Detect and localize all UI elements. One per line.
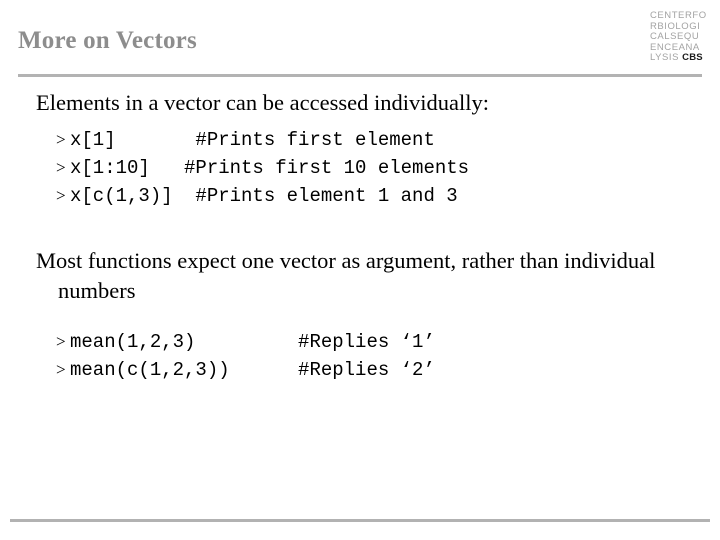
code-line-text: x[c(1,3)] #Prints element 1 and 3 xyxy=(70,185,458,207)
code-line: > mean(1,2,3) #Replies ‘1’ xyxy=(56,328,720,356)
paragraph-functions-vector: Most functions expect one vector as argu… xyxy=(36,248,656,303)
code-line: > x[c(1,3)] #Prints element 1 and 3 xyxy=(56,182,720,210)
bullet-marker: > xyxy=(56,360,66,379)
code-line: > mean(c(1,2,3)) #Replies ‘2’ xyxy=(56,356,720,384)
code-block-indexing: > x[1] #Prints first element > x[1:10] #Pr… xyxy=(0,126,720,210)
logo-line-1: CENTERFO xyxy=(650,10,707,21)
title-divider xyxy=(18,74,702,77)
page-title: More on Vectors xyxy=(18,27,197,54)
footer-divider xyxy=(10,519,710,522)
paragraph-elements-access: Elements in a vector can be accessed ind… xyxy=(36,90,489,115)
code-line-text: mean(c(1,2,3)) #Replies ‘2’ xyxy=(70,359,435,381)
code-line-text: x[1:10] #Prints first 10 elements xyxy=(70,157,470,179)
cbs-logo: CENTERFO RBIOLOGI CALSEQU ENCEANA LYSIS … xyxy=(650,10,716,64)
slide-content: Elements in a vector can be accessed ind… xyxy=(0,88,720,384)
code-line-text: x[1] #Prints first element xyxy=(70,129,435,151)
logo-line-5: LYSIS CBS xyxy=(650,53,716,64)
bullet-marker: > xyxy=(56,130,66,149)
bullet-marker: > xyxy=(56,158,66,177)
bullet-marker: > xyxy=(56,332,66,351)
code-line: > x[1] #Prints first element xyxy=(56,126,720,154)
logo-cbs-mark: CBS xyxy=(682,52,703,64)
logo-line-5-prefix: LYSIS xyxy=(650,52,683,64)
slide-root: { "logo": { "lines": ["CENTERFO", "RBIOL… xyxy=(0,0,720,540)
code-line: > x[1:10] #Prints first 10 elements xyxy=(56,154,720,182)
bullet-marker: > xyxy=(56,186,66,205)
code-line-text: mean(1,2,3) #Replies ‘1’ xyxy=(70,331,435,353)
code-block-mean: > mean(1,2,3) #Replies ‘1’ > mean(c(1,2,3)… xyxy=(0,328,720,384)
